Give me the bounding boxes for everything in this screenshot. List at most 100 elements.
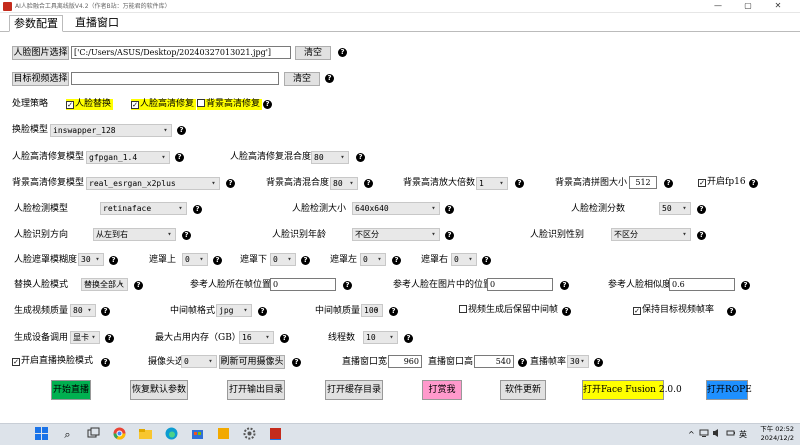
target-video-path-input[interactable] [71,72,279,85]
frame-quality-select[interactable]: 100 ▾ [361,304,383,317]
mask-left-select[interactable]: 0 ▾ [360,253,386,266]
help-icon[interactable]: ? [134,281,143,290]
taskbar-clock[interactable]: 下午 02:52 2024/12/2 [754,425,794,443]
threads-select[interactable]: 10 ▾ [363,331,398,344]
start-live-button[interactable]: 开始直播 [51,380,91,400]
face-image-clear-button[interactable]: 清空 [295,46,331,60]
help-icon[interactable]: ? [515,179,524,188]
restore-defaults-button[interactable]: 恢复默认参数 [130,380,188,400]
software-update-button[interactable]: 软件更新 [500,380,546,400]
task-view-icon[interactable] [86,427,101,442]
help-icon[interactable]: ? [356,153,365,162]
close-button[interactable]: ✕ [764,0,792,13]
strategy-face-enhance-checkbox[interactable]: ✓ 人脸高清修复 [131,99,197,110]
help-icon[interactable]: ? [364,179,373,188]
edge-icon[interactable] [164,427,179,442]
help-icon[interactable]: ? [445,231,454,240]
ai-face-app-icon[interactable] [268,427,283,442]
help-icon[interactable]: ? [482,256,491,265]
help-icon[interactable]: ? [560,281,569,290]
battery-icon[interactable] [726,428,736,442]
help-icon[interactable]: ? [562,307,571,316]
donate-button[interactable]: 打赏我 [422,380,462,400]
help-icon[interactable]: ? [193,205,202,214]
mask-top-select[interactable]: 0 ▾ [182,253,208,266]
open-cache-dir-button[interactable]: 打开缓存目录 [325,380,383,400]
keep-frames-checkbox[interactable]: 视频生成后保留中间帧 [459,305,558,316]
help-icon[interactable]: ? [258,307,267,316]
live-height-input[interactable]: 540 [474,355,514,368]
bg-enhance-model-select[interactable]: real_esrgan_x2plus ▾ [86,177,220,190]
help-icon[interactable]: ? [182,231,191,240]
open-output-dir-button[interactable]: 打开输出目录 [227,380,285,400]
help-icon[interactable]: ? [389,307,398,316]
help-icon[interactable]: ? [594,358,603,367]
tab-live-window[interactable]: 直播窗口 [71,15,123,32]
settings-gear-icon[interactable] [242,427,257,442]
strategy-face-swap-checkbox[interactable]: ✓ 人脸替换 [66,99,114,110]
help-icon[interactable]: ? [263,100,272,109]
recognize-gender-select[interactable]: 不区分 ▾ [611,228,691,241]
ime-indicator[interactable]: 英 [739,428,747,441]
detect-size-select[interactable]: 640x640 ▾ [352,202,440,215]
tray-chevron-icon[interactable]: ^ [688,428,695,441]
help-icon[interactable]: ? [101,307,110,316]
fp16-checkbox[interactable]: ✓ 开启fp16 [698,177,746,188]
bg-enhance-blend-select[interactable]: 80 ▾ [330,177,358,190]
help-icon[interactable]: ? [749,179,758,188]
network-icon[interactable] [699,428,709,442]
help-icon[interactable]: ? [741,281,750,290]
open-face-fusion-button[interactable]: 打开Face Fusion 2.0.0 [582,380,682,400]
help-icon[interactable]: ? [664,179,673,188]
help-icon[interactable]: ? [392,256,401,265]
file-explorer-icon[interactable] [138,427,153,442]
minimize-button[interactable]: — [704,0,732,13]
help-icon[interactable]: ? [226,179,235,188]
output-quality-select[interactable]: 80 ▾ [70,304,96,317]
strategy-bg-enhance-checkbox[interactable]: 背景高清修复 [197,99,263,110]
reference-frame-input[interactable]: 0 [270,278,336,291]
help-icon[interactable]: ? [292,358,301,367]
maximize-button[interactable]: ▢ [734,0,762,13]
frame-format-select[interactable]: jpg ▾ [216,304,252,317]
camera-select[interactable]: 0 ▾ [181,355,217,368]
help-icon[interactable]: ? [109,256,118,265]
face-image-path-input[interactable]: ['C:/Users/ASUS/Desktop/20240327013021.j… [71,46,291,59]
app-taskbar-icon[interactable] [216,427,231,442]
recognize-age-select[interactable]: 不区分 ▾ [352,228,440,241]
help-icon[interactable]: ? [177,126,186,135]
refresh-cameras-button[interactable]: 刷新可用摄像头 [219,355,285,369]
help-icon[interactable]: ? [101,358,110,367]
help-icon[interactable]: ? [301,256,310,265]
search-icon[interactable]: ⌕ [60,427,75,442]
reference-mode-select[interactable]: 替换全部人 ▾ [81,278,128,291]
mask-bottom-select[interactable]: 0 ▾ [270,253,296,266]
mask-right-select[interactable]: 0 ▾ [451,253,477,266]
bg-enhance-tile-input[interactable]: 512 [629,176,657,189]
help-icon[interactable]: ? [105,334,114,343]
device-select[interactable]: 显卡 ▾ [70,331,100,344]
help-icon[interactable]: ? [325,74,334,83]
help-icon[interactable]: ? [697,231,706,240]
help-icon[interactable]: ? [697,205,706,214]
help-icon[interactable]: ? [338,48,347,57]
help-icon[interactable]: ? [518,358,527,367]
live-width-input[interactable]: 960 [388,355,422,368]
detect-model-select[interactable]: retinaface ▾ [100,202,187,215]
windows-logo-icon[interactable] [34,427,49,442]
live-fps-select[interactable]: 30 ▾ [567,355,589,368]
reference-similarity-input[interactable]: 0.6 [669,278,735,291]
target-video-clear-button[interactable]: 清空 [284,72,320,86]
face-image-select-button[interactable]: 人脸图片选择 [12,46,69,60]
bg-enhance-scale-select[interactable]: 1 ▾ [476,177,508,190]
target-video-select-button[interactable]: 目标视频选择 [12,72,69,86]
help-icon[interactable]: ? [175,153,184,162]
volume-icon[interactable] [712,428,722,442]
reference-position-input[interactable]: 0 [487,278,553,291]
swap-model-select[interactable]: inswapper_128 ▾ [50,124,172,137]
help-icon[interactable]: ? [404,334,413,343]
chrome-icon[interactable] [112,427,127,442]
store-icon[interactable] [190,427,205,442]
help-icon[interactable]: ? [727,307,736,316]
live-mode-checkbox[interactable]: ✓ 开启直播换脸模式 [12,356,93,367]
